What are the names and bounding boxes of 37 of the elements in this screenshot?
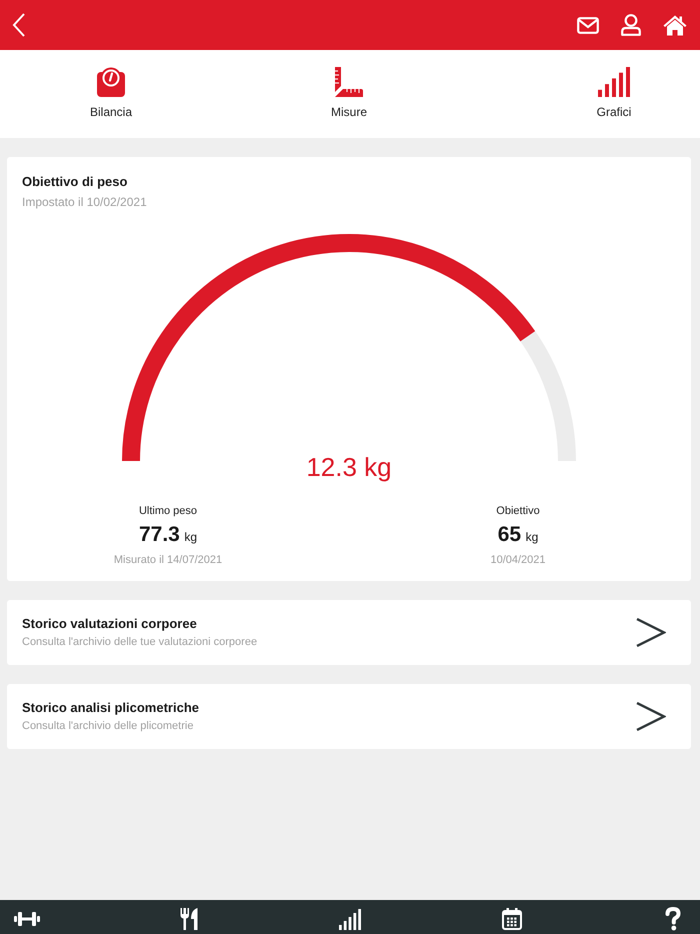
stat-label: Obiettivo <box>496 504 540 518</box>
workout-button[interactable] <box>12 910 42 928</box>
history-title: Storico valutazioni corporee <box>22 616 198 632</box>
dumbbell-icon <box>14 910 40 928</box>
card-title: Obiettivo di peso <box>22 174 128 190</box>
home-button[interactable] <box>663 14 687 36</box>
remaining-weight: 12.3 kg <box>306 452 392 482</box>
history-subtitle: Consulta l'archivio delle plicometrie <box>22 719 194 733</box>
user-icon <box>621 14 641 36</box>
calendar-icon <box>502 908 522 930</box>
mail-icon <box>577 16 599 34</box>
card-subtitle: Impostato il 10/02/2021 <box>22 194 148 210</box>
scale-icon <box>96 67 126 97</box>
back-icon <box>12 13 26 37</box>
menu-tab[interactable]: Bilancia <box>61 50 161 138</box>
stat-value: 77.3 kg <box>138 522 197 548</box>
stat-date: Misurato il 14/07/2021 <box>114 553 222 567</box>
messages-button[interactable] <box>577 16 599 34</box>
chevron-right-icon <box>636 702 666 731</box>
stat-value: 65 kg <box>498 522 538 548</box>
bar-chart-icon <box>598 67 630 97</box>
home-icon <box>663 14 687 36</box>
history-card[interactable]: Storico valutazioni corporee Consulta l'archivio delle tue valutazioni corporee <box>7 600 691 665</box>
stat-date: 10/04/2021 <box>490 553 546 567</box>
help-icon <box>665 907 681 931</box>
chevron-right-icon <box>636 618 666 647</box>
history-card[interactable]: Storico analisi plicometriche Consulta l'archivio delle plicometrie <box>7 684 691 749</box>
history-subtitle: Consulta l'archivio delle tue valutazioni corporee <box>22 635 258 649</box>
bar-chart-icon <box>339 908 361 930</box>
menu-tab[interactable]: Grafici <box>564 50 664 138</box>
history-title: Storico analisi plicometriche <box>22 700 200 716</box>
menu-tab[interactable]: Misure <box>299 50 399 138</box>
fork-knife-icon <box>180 908 198 930</box>
stat-label: Ultimo peso <box>138 504 198 518</box>
back-button[interactable] <box>12 13 26 37</box>
ruler-icon <box>335 67 363 97</box>
profile-button[interactable] <box>621 14 641 36</box>
